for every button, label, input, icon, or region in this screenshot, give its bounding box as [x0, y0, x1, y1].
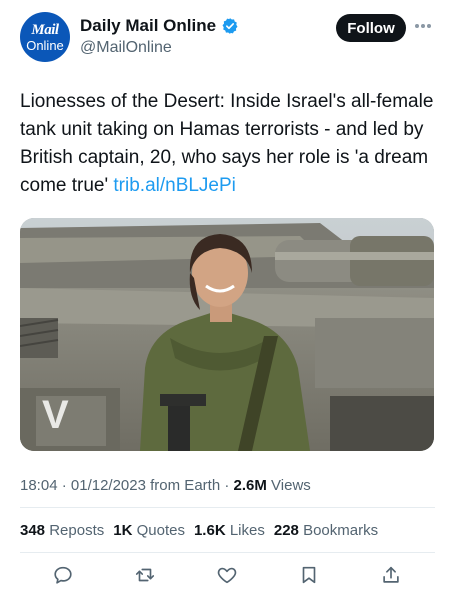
bookmarks-label: Bookmarks: [303, 522, 379, 539]
display-name-row: Daily Mail Online: [80, 16, 239, 36]
reposts-stat[interactable]: 348 Reposts: [20, 522, 104, 539]
share-icon[interactable]: [380, 564, 402, 586]
tank-marking: V: [42, 393, 69, 437]
display-name[interactable]: Daily Mail Online: [80, 16, 216, 36]
action-bar: [0, 564, 455, 590]
views-count: 2.6M: [233, 477, 267, 494]
more-horizontal-icon[interactable]: [415, 18, 433, 34]
likes-count: 1.6K: [193, 522, 226, 539]
follow-button[interactable]: Follow: [336, 14, 406, 42]
divider-bottom: [20, 552, 435, 553]
author-block: Daily Mail Online @MailOnline: [80, 16, 239, 57]
verified-badge-icon: [222, 18, 238, 34]
avatar[interactable]: Mail Online: [20, 12, 70, 62]
reply-icon[interactable]: [52, 564, 74, 586]
bookmarks-stat[interactable]: 228 Bookmarks: [274, 522, 378, 539]
avatar-text-mail: Mail: [31, 21, 59, 38]
photo-soldier-tank: V: [20, 218, 434, 451]
tweet-date[interactable]: 01/12/2023: [71, 477, 146, 494]
tweet-photo[interactable]: V: [20, 218, 434, 451]
bookmarks-count: 228: [273, 522, 299, 539]
bookmark-icon[interactable]: [298, 564, 320, 586]
quotes-stat[interactable]: 1K Quotes: [113, 522, 185, 539]
likes-stat[interactable]: 1.6K Likes: [194, 522, 265, 539]
reposts-label: Reposts: [49, 522, 105, 539]
tweet-text: Lionesses of the Desert: Inside Israel's…: [20, 88, 440, 200]
quotes-count: 1K: [113, 522, 133, 539]
tweet-time[interactable]: 18:04: [20, 477, 58, 494]
likes-label: Likes: [229, 522, 265, 539]
repost-icon[interactable]: [134, 564, 156, 586]
heart-icon[interactable]: [216, 564, 238, 586]
views-label: Views: [271, 477, 311, 494]
tweet-source: from Earth: [150, 477, 221, 494]
avatar-text-online: Online: [26, 37, 64, 53]
reposts-count: 348: [20, 522, 46, 539]
divider-top: [20, 507, 435, 508]
tweet-meta: 18:04 · 01/12/2023 from Earth · 2.6M Vie…: [20, 477, 311, 494]
engagement-stats: 348 Reposts 1K Quotes 1.6K Likes 228 Boo…: [20, 522, 387, 539]
quotes-label: Quotes: [136, 522, 185, 539]
tweet-link[interactable]: trib.al/nBLJePi: [113, 175, 236, 196]
handle[interactable]: @MailOnline: [80, 39, 239, 57]
